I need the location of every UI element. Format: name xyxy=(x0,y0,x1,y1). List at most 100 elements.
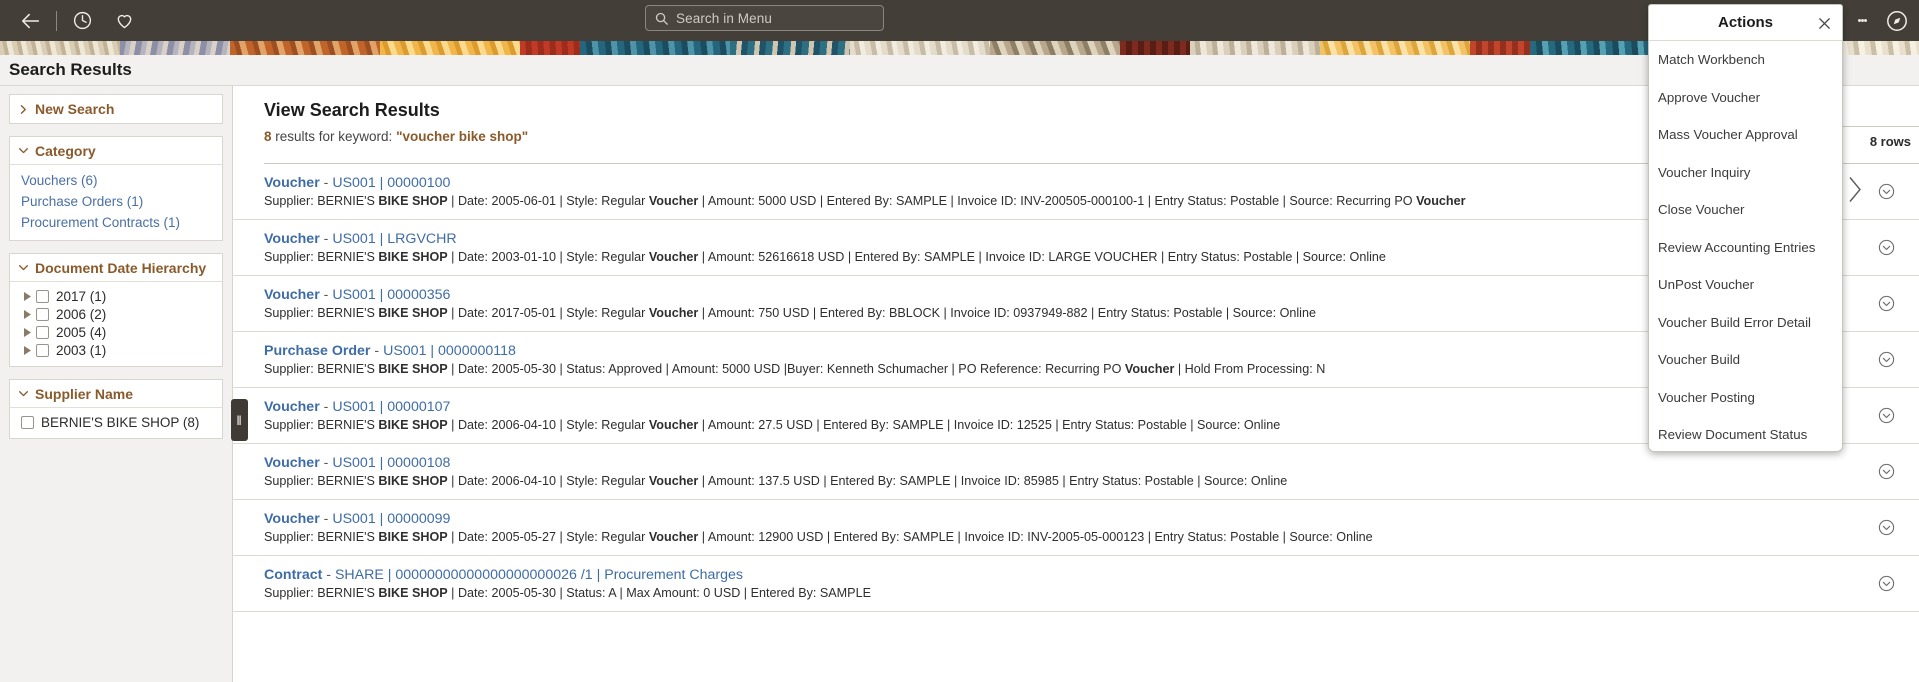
results-summary-mid: results for keyword: xyxy=(271,129,397,144)
facet-category-header[interactable]: Category xyxy=(10,137,222,165)
facet-link-purchase-orders[interactable]: Purchase Orders (1) xyxy=(10,191,222,212)
facet-category-title: Category xyxy=(35,142,96,159)
row-actions-icon[interactable] xyxy=(1877,574,1897,594)
tree-row[interactable]: 2005 (4) xyxy=(10,323,222,341)
back-arrow-icon[interactable] xyxy=(10,0,52,41)
tree-label: 2006 (2) xyxy=(56,306,107,322)
tree-row[interactable]: 2017 (1) xyxy=(10,287,222,305)
new-search-panel[interactable]: New Search xyxy=(9,94,223,124)
topbar-right-icons xyxy=(1849,0,1919,41)
menu-item-voucher-build-error-detail[interactable]: Voucher Build Error Detail xyxy=(1649,304,1842,342)
new-search-header[interactable]: New Search xyxy=(10,95,222,123)
facet-supplier-body: BERNIE'S BIKE SHOP (8) xyxy=(10,408,222,438)
facet-link-procurement-contracts[interactable]: Procurement Contracts (1) xyxy=(10,212,222,233)
triangle-right-icon[interactable] xyxy=(21,345,33,355)
row-actions-icon[interactable] xyxy=(1877,462,1897,482)
row-actions-icon[interactable] xyxy=(1877,350,1897,370)
result-type: Voucher xyxy=(264,231,320,247)
triangle-right-icon[interactable] xyxy=(21,309,33,319)
result-title[interactable]: Voucher - US001 | 00000108 xyxy=(264,455,1919,471)
row-actions-icon[interactable] xyxy=(1877,406,1897,426)
row-actions-icon[interactable] xyxy=(1877,294,1897,314)
menu-item-approve-voucher[interactable]: Approve Voucher xyxy=(1649,79,1842,117)
menu-item-voucher-build[interactable]: Voucher Build xyxy=(1649,341,1842,379)
result-count: 8 xyxy=(264,129,272,144)
page-title: Search Results xyxy=(0,55,1919,86)
row-expand-chevron[interactable] xyxy=(1847,174,1865,209)
facet-date-header[interactable]: Document Date Hierarchy xyxy=(10,254,222,282)
result-sep: - xyxy=(319,399,333,415)
sidebar-collapse-handle[interactable]: ‖ xyxy=(231,399,248,441)
row-actions-icon[interactable] xyxy=(1877,182,1897,202)
top-navigation-bar: Search in Menu xyxy=(0,0,1919,41)
clock-icon[interactable] xyxy=(61,0,103,41)
facet-link-vouchers[interactable]: Vouchers (6) xyxy=(10,170,222,191)
tree-row[interactable]: 2003 (1) xyxy=(10,341,222,359)
result-type: Voucher xyxy=(264,175,320,191)
facet-sidebar: New Search Category Vouchers (6) Purchas… xyxy=(0,86,233,682)
table-row[interactable]: Voucher - US001 | 00000099 Supplier: BER… xyxy=(233,500,1919,556)
triangle-right-icon[interactable] xyxy=(21,291,33,301)
result-ref: US001 | 00000100 xyxy=(332,175,451,191)
result-ref: US001 | 00000108 xyxy=(332,455,451,471)
search-keyword: "voucher bike shop" xyxy=(396,129,529,144)
triangle-right-icon[interactable] xyxy=(21,327,33,337)
result-title[interactable]: Contract - SHARE | 000000000000000000000… xyxy=(264,567,1919,583)
facet-category: Category Vouchers (6) Purchase Orders (1… xyxy=(9,136,223,241)
result-detail: Supplier: BERNIE'S BIKE SHOP | Date: 200… xyxy=(264,530,1373,544)
checkbox-bernies-bike-shop[interactable] xyxy=(21,416,34,429)
actions-panel-header: Actions xyxy=(1649,5,1842,41)
menu-item-mass-voucher-approval[interactable]: Mass Voucher Approval xyxy=(1649,116,1842,154)
facet-supplier-header[interactable]: Supplier Name xyxy=(10,380,222,408)
list-item[interactable]: BERNIE'S BIKE SHOP (8) xyxy=(10,410,222,435)
menu-item-match-workbench[interactable]: Match Workbench xyxy=(1649,41,1842,79)
row-actions-icon[interactable] xyxy=(1877,238,1897,258)
tree-label: 2003 (1) xyxy=(56,342,107,358)
facet-date-title: Document Date Hierarchy xyxy=(35,259,207,276)
menu-item-unpost-voucher[interactable]: UnPost Voucher xyxy=(1649,266,1842,304)
checkbox-2005[interactable] xyxy=(36,325,49,339)
checkbox-2006[interactable] xyxy=(36,307,49,321)
tree-label: 2017 (1) xyxy=(56,288,107,304)
result-sep: - xyxy=(319,287,333,303)
chevron-down-icon xyxy=(18,388,29,399)
heart-icon[interactable] xyxy=(103,0,145,41)
chevron-right-icon xyxy=(18,104,29,115)
more-options-icon[interactable] xyxy=(1849,0,1875,41)
result-ref: US001 | 00000356 xyxy=(332,287,451,303)
compass-navbar-icon[interactable] xyxy=(1875,0,1919,41)
facet-category-body: Vouchers (6) Purchase Orders (1) Procure… xyxy=(10,165,222,240)
close-icon[interactable] xyxy=(1815,14,1833,32)
topbar-divider xyxy=(56,10,57,31)
page-title-text: Search Results xyxy=(9,60,132,79)
checkbox-2017[interactable] xyxy=(36,289,49,303)
menu-item-voucher-inquiry[interactable]: Voucher Inquiry xyxy=(1649,154,1842,192)
menu-item-review-document-status[interactable]: Review Document Status xyxy=(1649,416,1842,454)
result-type: Voucher xyxy=(264,399,320,415)
result-ref: US001 | 00000099 xyxy=(332,511,451,527)
tree-label: 2005 (4) xyxy=(56,324,107,340)
result-sep: - xyxy=(319,231,333,247)
result-ref: SHARE | 00000000000000000000026 /1 | Pro… xyxy=(334,567,744,583)
chevron-down-icon xyxy=(18,262,29,273)
result-title[interactable]: Voucher - US001 | 00000099 xyxy=(264,511,1919,527)
checkbox-2003[interactable] xyxy=(36,343,49,357)
facet-supplier-title: Supplier Name xyxy=(35,385,134,402)
table-row[interactable]: Contract - SHARE | 000000000000000000000… xyxy=(233,556,1919,612)
search-input[interactable]: Search in Menu xyxy=(645,5,884,31)
tree-row[interactable]: 2006 (2) xyxy=(10,305,222,323)
facet-supplier-name: Supplier Name BERNIE'S BIKE SHOP (8) xyxy=(9,379,223,439)
menu-item-close-voucher[interactable]: Close Voucher xyxy=(1649,191,1842,229)
result-type: Voucher xyxy=(264,511,320,527)
result-sep: - xyxy=(319,455,333,471)
result-type: Contract xyxy=(264,567,323,583)
menu-item-review-accounting-entries[interactable]: Review Accounting Entries xyxy=(1649,229,1842,267)
rows-count-badge: 8 rows xyxy=(1869,134,1911,149)
result-type: Voucher xyxy=(264,287,320,303)
supplier-label: BERNIE'S BIKE SHOP (8) xyxy=(41,415,200,430)
menu-item-voucher-posting[interactable]: Voucher Posting xyxy=(1649,379,1842,417)
chevron-down-icon xyxy=(18,145,29,156)
row-actions-icon[interactable] xyxy=(1877,518,1897,538)
actions-dropdown-panel: Actions Match Workbench Approve Voucher … xyxy=(1648,4,1843,452)
result-sep: - xyxy=(322,567,335,583)
